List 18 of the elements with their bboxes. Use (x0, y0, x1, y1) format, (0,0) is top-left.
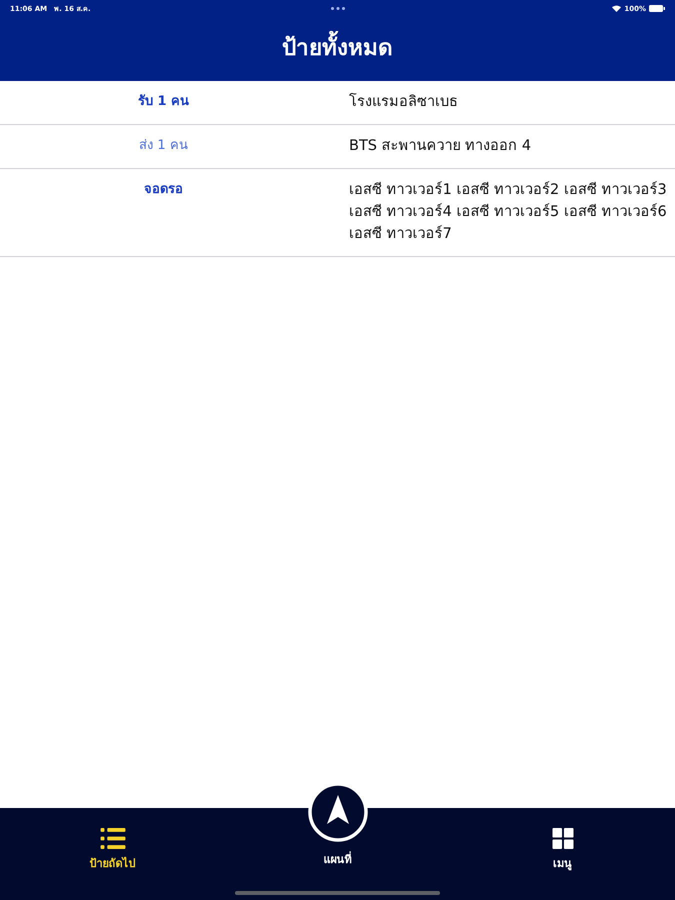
stop-action-label: จอดรอ (144, 181, 183, 199)
next-stop-tab[interactable]: ป้ายถัดไป (68, 808, 158, 872)
map-tab[interactable]: แผนที่ (292, 782, 382, 872)
page-title: ป้ายทั้งหมด (282, 29, 393, 65)
battery-icon (649, 5, 665, 12)
stop-place-name: เอสซี ทาวเวอร์1 เอสซี ทาวเวอร์2 เอสซี ทาวเวอร์3 เอสซี ทาวเวอร์4 เอสซี ทาวเวอร์5 เอสซี ทาวเวอร์6 เอสซี ทาวเวอร์7 (348, 180, 668, 244)
stop-row[interactable]: จอดรอ เอสซี ทาวเวอร์1 เอสซี ทาวเวอร์2 เอสซี ทาวเวอร์3 เอสซี ทาวเวอร์4 เอสซี ทาวเวอร์5 เอสซี ทาวเวอร์6 เอสซี ทาวเวอร์7 (0, 169, 675, 257)
list-icon (100, 828, 126, 849)
stop-action-label: ส่ง 1 คน (139, 137, 188, 155)
grid-icon (552, 828, 574, 849)
wifi-icon (612, 5, 622, 12)
more-dots-icon (330, 7, 344, 10)
stop-place-name: BTS สะพานควาย ทางออก 4 (348, 137, 532, 156)
stop-row[interactable]: รับ 1 คน โรงแรมอลิซาเบธ (0, 81, 675, 125)
stop-row[interactable]: ส่ง 1 คน BTS สะพานควาย ทางออก 4 (0, 125, 675, 169)
stop-action-label: รับ 1 คน (138, 93, 190, 111)
menu-tab[interactable]: เมนู (518, 808, 608, 872)
stop-place-name: โรงแรมอลิซาเบธ (348, 92, 459, 112)
